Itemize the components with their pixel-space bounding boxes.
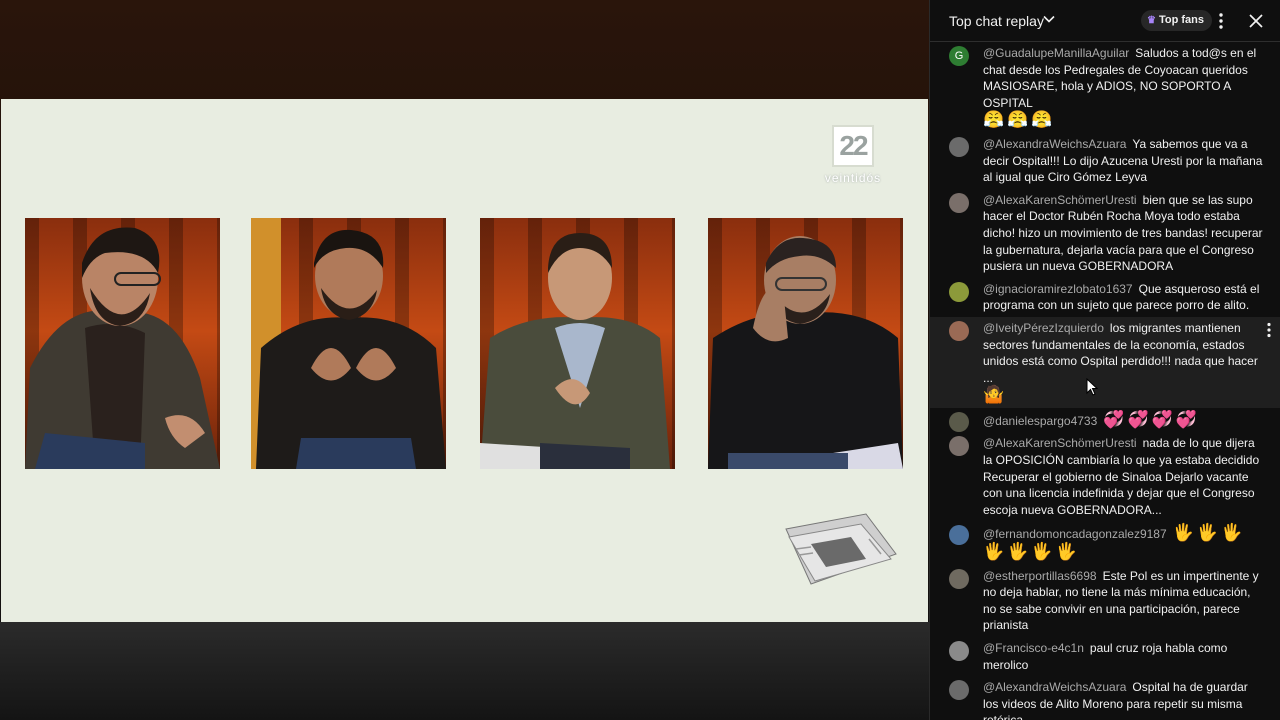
chat-message[interactable]: @AlexandraWeichsAzuara Ya sabemos que va … [930, 133, 1280, 189]
chat-message[interactable]: @AlexaKarenSchömerUresti bien que se las … [930, 189, 1280, 278]
logo-wordmark: veintidós [824, 171, 882, 185]
message-author[interactable]: @estherportillas6698 [983, 569, 1097, 583]
newspapers-icon [785, 513, 897, 585]
chevron-down-icon[interactable] [1042, 12, 1056, 26]
chat-message[interactable]: G @GuadalupeManillaAguilar Saludos a tod@s… [930, 42, 1280, 133]
avatar[interactable] [949, 411, 969, 432]
message-author[interactable]: @GuadalupeManillaAguilar [983, 46, 1129, 60]
emoji-icon: 😤 [983, 110, 1005, 130]
emoji-icon: 😤 [1007, 110, 1029, 130]
crown-icon: ♛ [1147, 15, 1156, 26]
panelist-4-image [708, 218, 903, 469]
emoji-icon: 💞 [1175, 409, 1197, 429]
avatar[interactable] [949, 525, 969, 546]
top-fans-button[interactable]: ♛ Top fans [1141, 10, 1212, 31]
video-player[interactable]: 22 veintidós [0, 0, 929, 720]
avatar[interactable] [949, 680, 969, 701]
emoji-icon: 💞 [1103, 409, 1125, 429]
message-author[interactable]: @AlexaKarenSchömerUresti [983, 193, 1137, 207]
top-fans-label: Top fans [1158, 14, 1204, 26]
message-author[interactable]: @danielespargo4733 [983, 414, 1097, 428]
avatar[interactable] [949, 641, 969, 661]
panelist-2-image [251, 218, 446, 469]
message-author[interactable]: @AlexandraWeichsAzuara [983, 137, 1126, 151]
chat-message[interactable]: @estherportillas6698 Este Pol es un imper… [930, 565, 1280, 637]
video-frame: 22 veintidós [1, 99, 928, 622]
emoji-icon: 💞 [1127, 409, 1149, 429]
emoji-icon: 🖐 [1172, 523, 1194, 543]
emoji-icon: 🤷 [983, 385, 1005, 405]
panelist-1-image [25, 218, 220, 469]
avatar[interactable] [949, 320, 969, 341]
emoji-icon: 🖐 [1221, 523, 1243, 543]
chat-message[interactable]: @danielespargo4733 💞 💞 💞 💞 [930, 408, 1280, 433]
avatar[interactable]: G [949, 46, 969, 66]
chat-mode-selector[interactable]: Top chat replay [949, 13, 1044, 29]
chat-message[interactable]: @AlexaKarenSchömerUresti nada de lo que d… [930, 432, 1280, 521]
message-author[interactable]: @Francisco-e4c1n [983, 641, 1084, 655]
message-more-icon[interactable] [1266, 322, 1272, 338]
chat-message[interactable]: @IveityPérezIzquierdo los migrantes manti… [930, 316, 1280, 408]
emoji-icon: 🖐 [1007, 542, 1029, 562]
emoji-icon: 🖐 [1031, 542, 1053, 562]
more-vert-icon[interactable] [1218, 12, 1224, 30]
message-author[interactable]: @fernandomoncadagonzalez9187 [983, 527, 1167, 541]
emoji-icon: 🖐 [1196, 523, 1218, 543]
channel-logo: 22 veintidós [821, 125, 885, 189]
mouse-cursor-icon [1086, 378, 1098, 396]
message-author[interactable]: @AlexandraWeichsAzuara [983, 680, 1126, 694]
emoji-group: 😤 😤 😤 [983, 111, 1263, 130]
panelist-3-image [480, 218, 675, 469]
avatar[interactable] [949, 192, 969, 213]
chat-message-list[interactable]: G @GuadalupeManillaAguilar Saludos a tod@s… [930, 42, 1280, 720]
close-icon[interactable] [1248, 13, 1264, 29]
message-author[interactable]: @ignacioramirezlobato1637 [983, 282, 1133, 296]
logo-number: 22 [832, 125, 874, 167]
emoji-icon: 😤 [1031, 110, 1053, 130]
avatar[interactable] [949, 281, 969, 302]
live-chat-panel: Top chat replay ♛ Top fans G @GuadalupeMan… [929, 0, 1280, 720]
emoji-icon: 🖐 [1055, 542, 1077, 562]
message-author[interactable]: @IveityPérezIzquierdo [983, 321, 1104, 335]
emoji-icon: 💞 [1151, 409, 1173, 429]
emoji-group: 🤷 [983, 386, 1263, 405]
chat-message[interactable]: @Francisco-e4c1n paul cruz roja habla com… [930, 637, 1280, 676]
chat-message[interactable]: @AlexandraWeichsAzuara Ospital ha de guar… [930, 676, 1280, 720]
avatar[interactable] [949, 436, 969, 457]
chat-message[interactable]: @fernandomoncadagonzalez9187 🖐 🖐 🖐🖐 🖐 🖐 🖐 [930, 521, 1280, 564]
chat-header: Top chat replay ♛ Top fans [930, 0, 1280, 42]
chat-message[interactable]: @ignacioramirezlobato1637 Que asqueroso e… [930, 278, 1280, 317]
emoji-icon: 🖐 [983, 542, 1005, 562]
avatar[interactable] [949, 568, 969, 589]
message-author[interactable]: @AlexaKarenSchömerUresti [983, 436, 1137, 450]
video-bottom-band [0, 622, 929, 720]
avatar[interactable] [949, 136, 969, 157]
emoji-group: 💞 💞 💞 💞 [1103, 409, 1200, 429]
